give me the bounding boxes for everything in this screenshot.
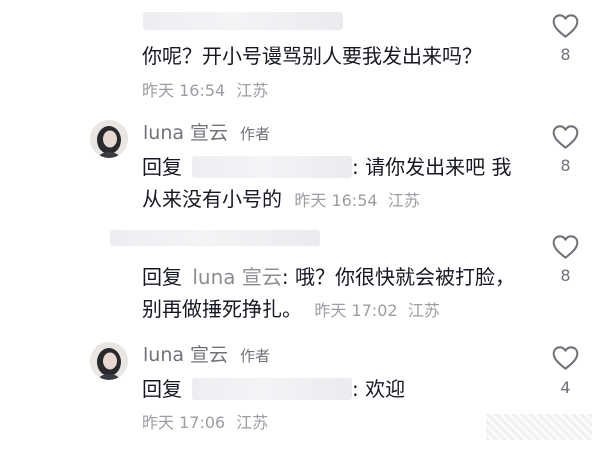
comment-username[interactable]: luna 宣云 xyxy=(143,343,228,367)
watermark-overlay xyxy=(486,414,592,440)
comment-meta: 昨天 17:06 江苏 xyxy=(142,412,268,434)
blurred-username xyxy=(143,12,343,30)
avatar[interactable] xyxy=(90,120,128,158)
comment-text: 你呢？开小号谩骂别人要我发出来吗？ xyxy=(142,44,482,68)
comment-text: 从来没有小号的 xyxy=(142,187,282,211)
comment-text-line: 回复 xyxy=(142,376,182,402)
heart-outline-icon[interactable] xyxy=(552,124,579,150)
comment-text-line-2: 别再做捶死挣扎。 昨天 17:02 江苏 xyxy=(142,296,440,324)
reply-prefix: 回复 xyxy=(142,155,182,179)
like-count: 8 xyxy=(560,45,571,64)
like-count: 4 xyxy=(560,378,571,397)
comment-username[interactable]: luna 宣云 xyxy=(143,121,228,145)
reply-target[interactable]: luna 宣云 xyxy=(192,265,282,289)
author-tag: 作者 xyxy=(240,347,271,365)
author-tag: 作者 xyxy=(240,125,271,143)
comment-meta: 昨天 16:54 江苏 xyxy=(142,80,268,102)
reply-prefix: 回复 xyxy=(142,265,182,289)
reply-prefix: 回复 xyxy=(142,377,182,401)
comment-text-line: 回复 xyxy=(142,154,182,180)
comment-text-line-1: : 请你发出来吧 我 xyxy=(352,155,512,179)
comment-location: 江苏 xyxy=(236,413,269,432)
comment-location: 江苏 xyxy=(407,301,440,320)
blurred-reply-target xyxy=(192,378,352,400)
avatar[interactable] xyxy=(90,342,128,380)
comment-text-line-2: 从来没有小号的 昨天 16:54 江苏 xyxy=(142,186,420,214)
heart-outline-icon[interactable] xyxy=(552,13,579,39)
comment-time: 昨天 17:02 xyxy=(314,301,398,320)
like-count: 8 xyxy=(560,156,571,175)
comment-time: 昨天 16:54 xyxy=(142,81,226,100)
comment-text: : 哦？你很快就会被打脸， xyxy=(281,265,515,289)
blurred-username xyxy=(110,230,320,246)
comment-text: : 欢迎 xyxy=(352,377,406,401)
comment-text: 别再做捶死挣扎。 xyxy=(142,297,302,321)
comment-location: 江苏 xyxy=(236,81,269,100)
blurred-reply-target xyxy=(192,156,352,178)
heart-outline-icon[interactable] xyxy=(552,234,579,260)
comment-location: 江苏 xyxy=(387,191,420,210)
user-avatar xyxy=(90,120,128,158)
comment-time: 昨天 17:06 xyxy=(142,413,226,432)
user-avatar xyxy=(90,342,128,380)
comment-time: 昨天 16:54 xyxy=(294,191,378,210)
like-count: 8 xyxy=(560,266,571,285)
comment-text-line-1: 回复 luna 宣云: 哦？你很快就会被打脸， xyxy=(142,264,515,290)
heart-outline-icon[interactable] xyxy=(552,345,579,371)
